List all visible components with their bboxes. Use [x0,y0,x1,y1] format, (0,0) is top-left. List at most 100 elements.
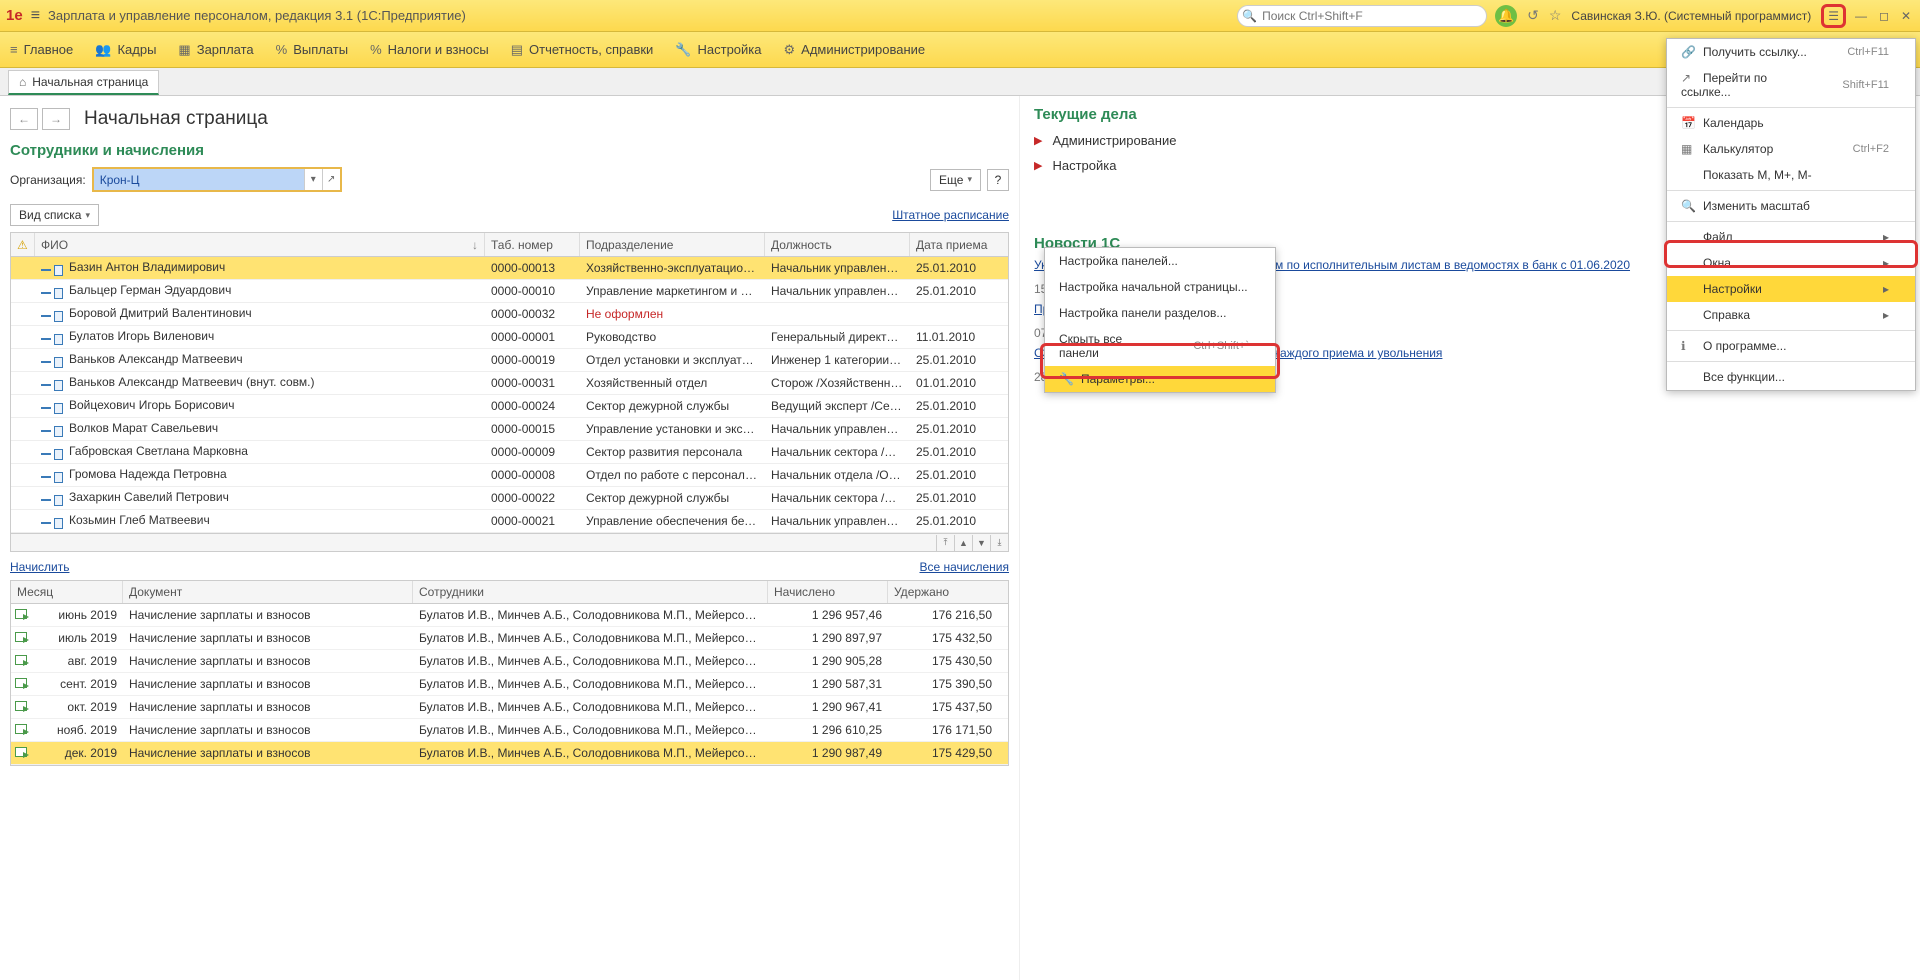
favorite-icon[interactable]: ☆ [1549,7,1562,24]
scroll-top-icon[interactable]: ⤒ [936,535,954,551]
col-tabnum[interactable]: Таб. номер [485,233,580,256]
minimize-icon[interactable]: — [1852,9,1870,23]
menu-icon: 🔗 [1681,45,1695,59]
employee-row[interactable]: Захаркин Савелий Петрович 0000-00022 Сек… [11,487,1008,510]
section-Зарплата[interactable]: ▦Зарплата [178,42,253,58]
menu-item[interactable]: Все функции... [1667,364,1915,390]
employee-row[interactable]: Ваньков Александр Матвеевич (внут. совм.… [11,372,1008,395]
menu-item[interactable]: ▦КалькуляторCtrl+F2 [1667,136,1915,162]
section-Выплаты[interactable]: %Выплаты [276,42,348,57]
section-icon: ⚙ [784,42,796,58]
scroll-down-icon[interactable]: ▼ [972,535,990,551]
accrue-link[interactable]: Начислить [10,560,69,574]
employee-row[interactable]: Войцехович Игорь Борисович 0000-00024 Се… [11,395,1008,418]
search-input[interactable] [1237,5,1487,27]
logo-1c: 1e [6,7,23,24]
menu-icon: ℹ [1681,339,1695,353]
org-input[interactable] [94,169,304,190]
menu-icon: ▦ [1681,142,1695,156]
menu-item[interactable]: Окна▸ [1667,250,1915,276]
menu-icon: 🔧 [1059,372,1073,386]
menu-item[interactable]: Показать M, M+, M- [1667,162,1915,188]
col-accrued[interactable]: Начислено [768,581,888,603]
section-Настройка[interactable]: 🔧Настройка [675,42,761,58]
col-withheld[interactable]: Удержано [888,581,998,603]
all-accruals-link[interactable]: Все начисления [919,560,1009,574]
section-Администрирование[interactable]: ⚙Администрирование [784,42,926,58]
menu-item[interactable]: Справка▸ [1667,302,1915,328]
employee-row[interactable]: Габровская Светлана Марковна 0000-00009 … [11,441,1008,464]
menu-item[interactable]: Настройки▸ [1667,276,1915,302]
tab-home[interactable]: ⌂ Начальная страница [8,70,159,95]
notifications-icon[interactable]: 🔔 [1495,5,1517,27]
main-menu-icon[interactable]: ≡ [31,7,40,25]
employee-row[interactable]: Волков Марат Савельевич 0000-00015 Управ… [11,418,1008,441]
tab-label: Начальная страница [32,75,148,89]
org-select[interactable]: ▾ ↗ [92,167,342,192]
col-month[interactable]: Месяц [11,581,123,603]
employee-icon [41,449,63,460]
section-Кадры[interactable]: 👥Кадры [95,42,156,58]
close-icon[interactable]: ✕ [1898,9,1914,23]
org-dropdown-icon[interactable]: ▾ [304,169,322,190]
employees-heading: Сотрудники и начисления [10,142,1009,159]
document-icon [15,655,27,665]
menu-icon: 🔍 [1681,199,1695,213]
section-Главное[interactable]: ≡Главное [10,42,73,57]
col-position[interactable]: Должность [765,233,910,256]
section-Налоги и взносы[interactable]: %Налоги и взносы [370,42,489,57]
accrual-row[interactable]: авг. 2019 Начисление зарплаты и взносов … [11,650,1008,673]
org-open-icon[interactable]: ↗ [322,169,340,190]
history-icon[interactable]: ↺ [1527,7,1539,24]
col-document[interactable]: Документ [123,581,413,603]
section-icon: 👥 [95,42,111,58]
employee-row[interactable]: Громова Надежда Петровна 0000-00008 Отде… [11,464,1008,487]
col-fio[interactable]: ФИО↓ [35,233,485,256]
menu-item[interactable]: Файл▸ [1667,224,1915,250]
section-Отчетность, справки[interactable]: ▤Отчетность, справки [511,42,654,58]
submenu-item[interactable]: 🔧Параметры... [1045,366,1275,392]
home-icon: ⌂ [19,75,26,89]
menu-item[interactable]: 📅Календарь [1667,110,1915,136]
employee-row[interactable]: Ваньков Александр Матвеевич 0000-00019 О… [11,349,1008,372]
employee-row[interactable]: Булатов Игорь Виленович 0000-00001 Руков… [11,326,1008,349]
scroll-up-icon[interactable]: ▲ [954,535,972,551]
submenu-item[interactable]: Настройка начальной страницы... [1045,274,1275,300]
maximize-icon[interactable]: ◻ [1876,9,1892,23]
menu-item[interactable]: ℹО программе... [1667,333,1915,359]
scroll-bottom-icon[interactable]: ⤓ [990,535,1008,551]
employee-row[interactable]: Боровой Дмитрий Валентинович 0000-00032 … [11,303,1008,326]
menu-icon: 📅 [1681,116,1695,130]
col-employees[interactable]: Сотрудники [413,581,768,603]
nav-back-button[interactable]: ← [10,108,38,130]
accrual-row[interactable]: нояб. 2019 Начисление зарплаты и взносов… [11,719,1008,742]
tab-bar: ⌂ Начальная страница [0,68,1920,96]
col-hire-date[interactable]: Дата приема [910,233,998,256]
more-button[interactable]: Еще▾ [930,169,981,191]
submenu-item[interactable]: Скрыть все панелиCtrl+Shift+` [1045,326,1275,366]
view-mode-button[interactable]: Вид списка▾ [10,204,99,226]
accrual-row[interactable]: окт. 2019 Начисление зарплаты и взносов … [11,696,1008,719]
employee-row[interactable]: Базин Антон Владимирович 0000-00013 Хозя… [11,257,1008,280]
staffing-link[interactable]: Штатное расписание [892,208,1009,222]
employee-row[interactable]: Козьмин Глеб Матвеевич 0000-00021 Управл… [11,510,1008,533]
current-user[interactable]: Савинская З.Ю. (Системный программист) [1571,9,1811,23]
submenu-item[interactable]: Настройка панели разделов... [1045,300,1275,326]
accrual-row[interactable]: июнь 2019 Начисление зарплаты и взносов … [11,604,1008,627]
menu-item[interactable]: 🔍Изменить масштаб [1667,193,1915,219]
org-label: Организация: [10,173,86,187]
accrual-row[interactable]: дек. 2019 Начисление зарплаты и взносов … [11,742,1008,765]
submenu-item[interactable]: Настройка панелей... [1045,248,1275,274]
accrual-row[interactable]: сент. 2019 Начисление зарплаты и взносов… [11,673,1008,696]
employee-icon [41,311,63,322]
nav-forward-button[interactable]: → [42,108,70,130]
menu-item[interactable]: 🔗Получить ссылку...Ctrl+F11 [1667,39,1915,65]
menu-item[interactable]: ↗Перейти по ссылке...Shift+F11 [1667,65,1915,105]
employee-icon [41,495,63,506]
service-menu-button[interactable]: ☰ [1821,4,1846,28]
employee-row[interactable]: Бальцер Герман Эдуардович 0000-00010 Упр… [11,280,1008,303]
accrual-row[interactable]: июль 2019 Начисление зарплаты и взносов … [11,627,1008,650]
col-department[interactable]: Подразделение [580,233,765,256]
help-button[interactable]: ? [987,169,1009,191]
col-warn[interactable]: ⚠ [11,233,35,256]
